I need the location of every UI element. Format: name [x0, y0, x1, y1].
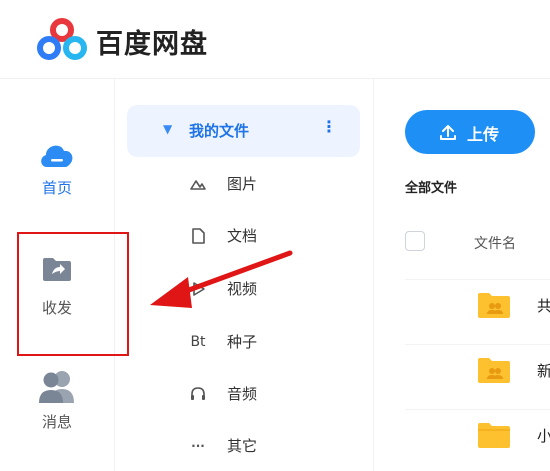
row-divider [405, 344, 550, 345]
file-name[interactable]: 新 [537, 360, 550, 381]
nav-label-home: 首页 [41, 179, 72, 197]
table-row[interactable]: 共 [374, 279, 550, 337]
file-name[interactable]: 小 [537, 425, 550, 446]
shared-folder-icon [478, 358, 510, 383]
caret-down-icon: ▼ [163, 122, 173, 136]
row-divider [405, 409, 550, 410]
document-icon [192, 228, 205, 244]
upload-icon [440, 125, 456, 140]
app-header: 百度网盘 [0, 0, 550, 78]
breadcrumb[interactable]: 全部文件 [405, 177, 457, 196]
video-icon [193, 282, 205, 296]
folder-icon [478, 423, 510, 448]
tree-item-label: 音频 [227, 385, 258, 403]
tree-root-label: 我的文件 [189, 122, 250, 140]
shared-folder-icon [478, 293, 510, 318]
nav-item-messages[interactable]: 消息 [0, 369, 114, 432]
more-vertical-icon[interactable]: ⋮ [321, 117, 337, 136]
column-header-name[interactable]: 文件名 [474, 233, 516, 253]
tree-item-my-files[interactable]: ▼ 我的文件 ⋮ [127, 105, 360, 157]
tree-item-label: 图片 [227, 175, 258, 193]
nav-item-home[interactable]: 首页 [0, 137, 114, 198]
file-name[interactable]: 共 [537, 295, 550, 316]
tree-item-label: 其它 [227, 437, 258, 455]
headphones-icon [191, 387, 205, 400]
app-title: 百度网盘 [96, 29, 208, 60]
baidu-netdisk-logo [37, 18, 87, 60]
nav-label-messages: 消息 [41, 413, 72, 431]
table-row[interactable]: 新 [374, 344, 550, 402]
file-list-area: 上传 全部文件 文件名 共 新 小 [374, 79, 550, 471]
image-icon [190, 180, 206, 190]
users-icon [39, 371, 74, 403]
annotation-highlight-box [17, 232, 129, 356]
upload-label: 上传 [467, 125, 500, 144]
cloud-icon [41, 145, 73, 167]
tree-item-label: 文档 [227, 227, 258, 245]
tree-item-label: 种子 [227, 333, 258, 351]
select-all-checkbox[interactable] [405, 231, 425, 251]
bt-icon: Bt [190, 334, 206, 350]
upload-button[interactable]: 上传 [405, 110, 535, 154]
file-category-panel: ▼ 我的文件 ⋮ 图片 文档 视频 Bt 种子 音频 ··· 其它 [115, 79, 373, 471]
row-divider [405, 279, 550, 280]
tree-item-label: 视频 [227, 280, 258, 298]
more-icon: ··· [191, 439, 205, 453]
table-row[interactable]: 小 [374, 409, 550, 467]
